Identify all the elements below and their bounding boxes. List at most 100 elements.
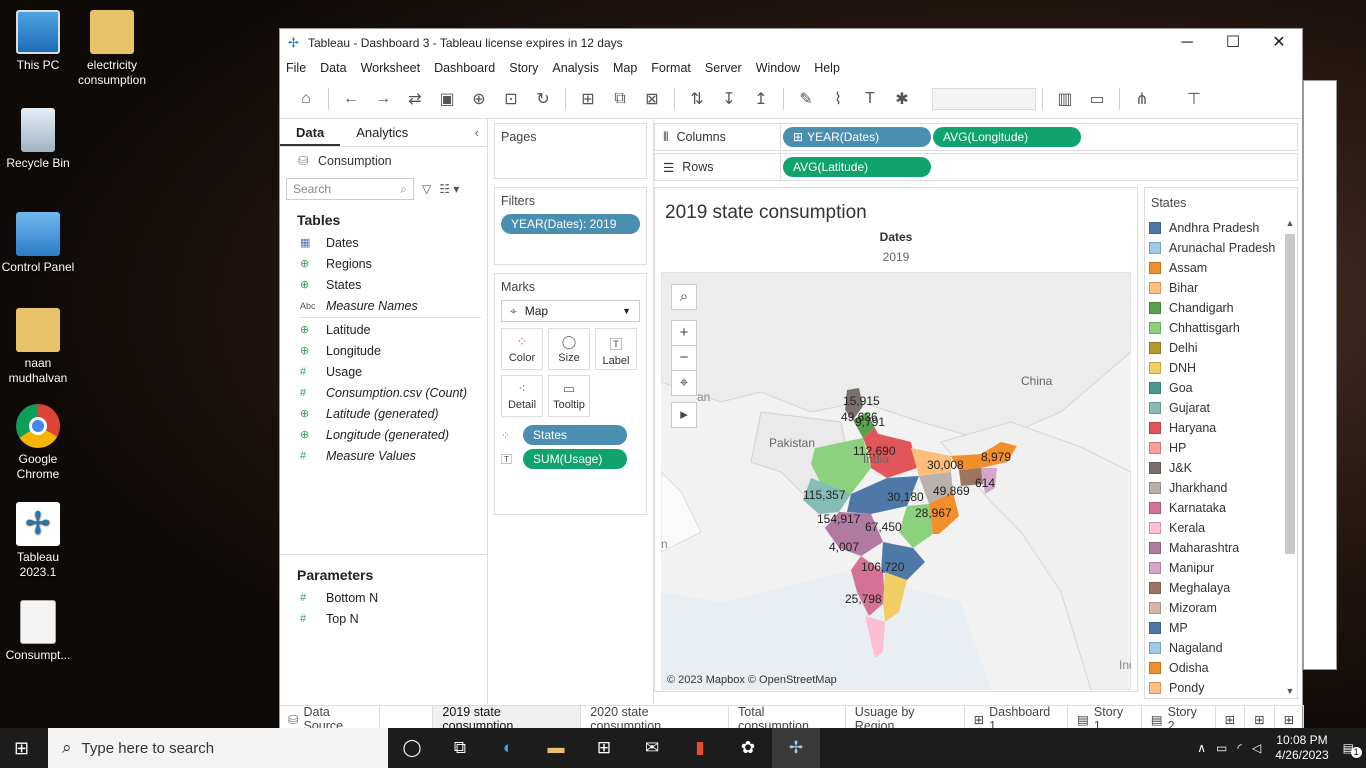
taskbar-search-input[interactable]: ⌕ Type here to search	[48, 728, 388, 768]
clear-sheet-icon[interactable]: ⊠	[636, 89, 668, 109]
legend-item[interactable]: Assam	[1145, 258, 1297, 278]
field-usage[interactable]: # Usage	[280, 361, 487, 382]
zoom-in-icon[interactable]: +	[671, 320, 697, 346]
desktop-icon-electricity-consumption[interactable]: electricity consumption	[74, 10, 150, 88]
battery-icon[interactable]: ▭	[1216, 741, 1227, 755]
legend-item[interactable]: Arunachal Pradesh	[1145, 238, 1297, 258]
legend-item[interactable]: Maharashtra	[1145, 538, 1297, 558]
map-attribution[interactable]: © 2023 Mapbox © OpenStreetMap	[667, 674, 837, 686]
tray-chevron-icon[interactable]: ∧	[1197, 741, 1206, 755]
legend-item[interactable]: Delhi	[1145, 338, 1297, 358]
legend-item[interactable]: Pondy	[1145, 678, 1297, 698]
reset-map-icon[interactable]: ⌖	[671, 370, 697, 396]
filter-pill-year[interactable]: YEAR(Dates): 2019	[501, 214, 640, 234]
fit-dropdown[interactable]	[932, 87, 1036, 110]
legend-item[interactable]: J&K	[1145, 458, 1297, 478]
datasource-item[interactable]: ⛁ Consumption	[280, 147, 487, 174]
detail-button[interactable]: ⁖ Detail	[501, 375, 543, 417]
desktop-icon-recycle-bin[interactable]: Recycle Bin	[0, 108, 76, 171]
pause-updates-icon[interactable]: ⊡	[495, 89, 527, 109]
collapse-icon[interactable]: ‹	[467, 119, 487, 146]
size-button[interactable]: ◯ Size	[548, 328, 590, 370]
rows-shelf[interactable]: ☰ Rows AVG(Latitude)	[654, 153, 1298, 181]
menu-window[interactable]: Window	[756, 61, 800, 75]
desktop-icon-this-pc[interactable]: This PC	[0, 10, 76, 73]
columns-shelf[interactable]: ⦀ Columns ⊞ YEAR(Dates) AVG(Longitude)	[654, 123, 1298, 151]
parameter-top-n[interactable]: # Top N	[280, 608, 487, 629]
columns-pill-year-dates[interactable]: ⊞ YEAR(Dates)	[783, 127, 931, 147]
presentation-icon[interactable]: ▭	[1081, 89, 1113, 109]
swap-rows-columns-icon[interactable]: ⇅	[681, 89, 713, 109]
legend-item[interactable]: Goa	[1145, 378, 1297, 398]
edge-icon[interactable]: ◐	[484, 738, 532, 758]
field-longitude[interactable]: ⊕ Longitude	[280, 340, 487, 361]
field-latitude-generated[interactable]: ⊕ Latitude (generated)	[280, 403, 487, 424]
desktop-icon-consumption[interactable]: Consumpt...	[0, 600, 76, 663]
legend-item[interactable]: Bihar	[1145, 278, 1297, 298]
desktop-icon-naan-mudhalvan[interactable]: naan mudhalvan	[0, 308, 76, 386]
rows-pill-latitude[interactable]: AVG(Latitude)	[783, 157, 931, 177]
maximize-button[interactable]: ☐	[1210, 29, 1256, 57]
scroll-up-icon[interactable]: ▲	[1285, 218, 1295, 228]
color-button[interactable]: ⁘ Color	[501, 328, 543, 370]
field-measure-names[interactable]: Abc Measure Names	[280, 295, 487, 316]
refresh-icon[interactable]: ↻	[527, 89, 559, 109]
sort-descending-icon[interactable]: ↥	[745, 89, 777, 109]
field-count[interactable]: # Consumption.csv (Count)	[280, 382, 487, 403]
paint-icon[interactable]: ✿	[724, 738, 772, 758]
field-latitude[interactable]: ⊕ Latitude	[280, 319, 487, 340]
parameter-bottom-n[interactable]: # Bottom N	[280, 587, 487, 608]
field-regions[interactable]: ⊕ Regions	[280, 253, 487, 274]
desktop-icon-control-panel[interactable]: Control Panel	[0, 212, 76, 275]
highlight-icon[interactable]: ✎	[790, 89, 822, 109]
search-input[interactable]: Search ⌕	[286, 178, 414, 200]
menu-format[interactable]: Format	[651, 61, 691, 75]
tab-analytics[interactable]: Analytics	[340, 119, 424, 146]
legend-item[interactable]: Jharkhand	[1145, 478, 1297, 498]
filters-card[interactable]: Filters YEAR(Dates): 2019	[494, 187, 647, 265]
menu-help[interactable]: Help	[814, 61, 840, 75]
mark-pill-sum-usage[interactable]: SUM(Usage)	[523, 449, 627, 469]
group-icon[interactable]: ⌇	[822, 89, 854, 109]
cortana-icon[interactable]: ◯	[388, 738, 436, 758]
sort-ascending-icon[interactable]: ↧	[713, 89, 745, 109]
fix-axes-icon[interactable]: ✱	[886, 89, 918, 109]
legend-item[interactable]: Mizoram	[1145, 598, 1297, 618]
menu-data[interactable]: Data	[320, 61, 346, 75]
map-search-icon[interactable]: ⌕	[671, 284, 697, 310]
legend-item[interactable]: Karnataka	[1145, 498, 1297, 518]
notification-icon[interactable]: ▤ 1	[1343, 741, 1362, 758]
new-datasource-icon[interactable]: ⊕	[463, 89, 495, 109]
menu-dashboard[interactable]: Dashboard	[434, 61, 495, 75]
file-explorer-icon[interactable]: ▬	[532, 738, 580, 758]
columns-pill-longitude[interactable]: AVG(Longitude)	[933, 127, 1081, 147]
legend-item[interactable]: Chhattisgarh	[1145, 318, 1297, 338]
mark-pill-states[interactable]: States	[523, 425, 627, 445]
menu-worksheet[interactable]: Worksheet	[361, 61, 421, 75]
menu-server[interactable]: Server	[705, 61, 742, 75]
legend-item[interactable]: Andhra Pradesh	[1145, 218, 1297, 238]
show-labels-icon[interactable]: T	[854, 90, 886, 108]
legend-item[interactable]: Gujarat	[1145, 398, 1297, 418]
mail-icon[interactable]: ✉	[628, 738, 676, 758]
legend-item[interactable]: HP	[1145, 438, 1297, 458]
swap-icon[interactable]: ⇄	[399, 89, 431, 109]
legend-item[interactable]: DNH	[1145, 358, 1297, 378]
menu-map[interactable]: Map	[613, 61, 637, 75]
filter-icon[interactable]: ▽	[422, 182, 431, 196]
duplicate-icon[interactable]: ⧉	[604, 90, 636, 108]
home-icon[interactable]: ⌂	[290, 90, 322, 108]
scroll-thumb[interactable]	[1285, 234, 1295, 554]
field-dates[interactable]: ▦ Dates	[280, 232, 487, 253]
background-window[interactable]	[1303, 80, 1337, 670]
wifi-icon[interactable]: ◜	[1237, 741, 1242, 755]
scroll-down-icon[interactable]: ▼	[1285, 686, 1295, 696]
map[interactable]: ⌕ + − ⌖ ▸ Pakistan China India an n Ind …	[661, 272, 1131, 690]
menu-story[interactable]: Story	[509, 61, 538, 75]
undo-icon[interactable]: ←	[335, 90, 367, 108]
legend-scrollbar[interactable]: ▲ ▼	[1285, 218, 1295, 696]
tableau-taskbar-icon[interactable]: ✢	[772, 728, 820, 768]
legend-item[interactable]: Manipur	[1145, 558, 1297, 578]
menu-analysis[interactable]: Analysis	[552, 61, 599, 75]
office-icon[interactable]: ▮	[676, 738, 724, 758]
